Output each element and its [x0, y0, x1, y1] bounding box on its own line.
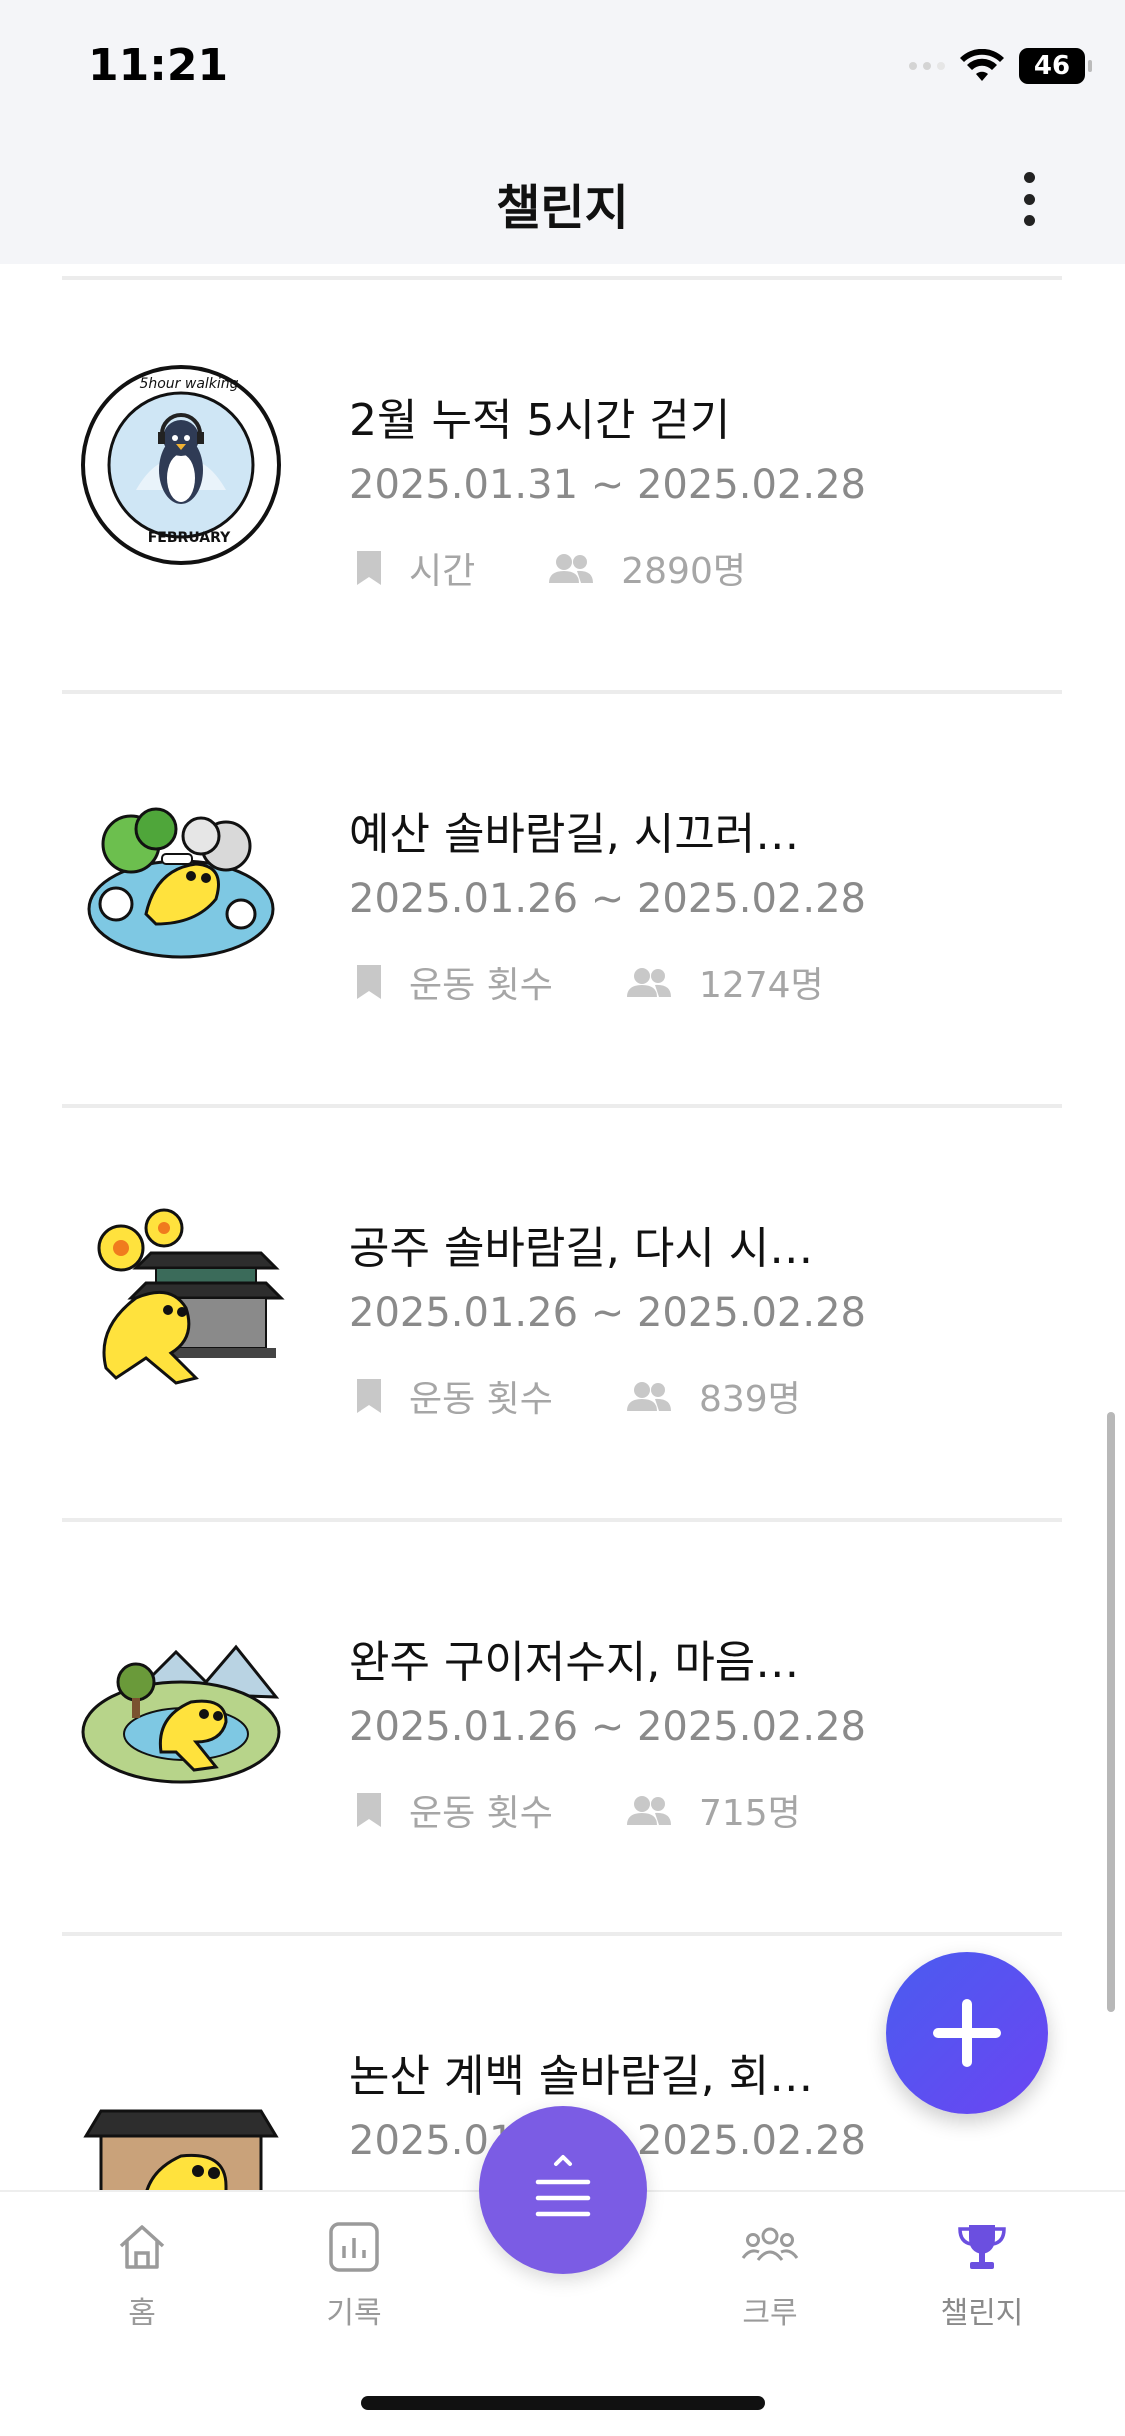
bookmark-icon	[357, 1793, 381, 1827]
challenge-card[interactable]: 완주 구이저수지, 마음… 2025.01.26 ~ 2025.02.28 운동…	[62, 1522, 1062, 1932]
nav-item-challenge[interactable]: 챌린지	[902, 2220, 1062, 2332]
temple-character-icon	[97, 1208, 285, 1385]
challenge-title: 공주 솔바람길, 다시 시…	[349, 1223, 814, 1274]
nav-label-home: 홈	[128, 2296, 156, 2331]
challenge-type: 운동 횟수	[409, 965, 553, 1006]
nav-item-home[interactable]: 홈	[62, 2220, 222, 2332]
nav-label-crew: 크루	[742, 2296, 798, 2331]
challenge-meta: 운동 횟수 839명	[355, 1370, 873, 1422]
challenge-meta: 운동 횟수 715명	[355, 1784, 873, 1836]
add-challenge-button[interactable]	[886, 1952, 1048, 2114]
center-menu-button[interactable]	[479, 2106, 647, 2274]
challenge-date: 2025.01.26 ~ 2025.02.28	[349, 1290, 866, 1336]
challenge-card[interactable]: 5hour walking FEBRUARY 2월 누적 5시간 걷기 2025…	[62, 280, 1062, 690]
challenge-date: 2025.01.26 ~ 2025.02.28	[349, 876, 866, 922]
page-title: 챌린지	[496, 180, 629, 236]
battery-icon: 46	[1019, 48, 1092, 84]
challenge-meta: 시간 2890명	[355, 542, 818, 594]
challenge-type: 시간	[409, 551, 476, 592]
top-bar: 11:21 46 챌린지	[0, 0, 1125, 264]
challenge-card[interactable]: 공주 솔바람길, 다시 시… 2025.01.26 ~ 2025.02.28 운…	[62, 1108, 1062, 1518]
bookmark-icon	[357, 1379, 381, 1413]
challenge-meta: 운동 횟수 1274명	[355, 956, 896, 1008]
badge-bottom-text: FEBRUARY	[147, 530, 231, 546]
participant-count: 839명	[698, 1379, 801, 1420]
scrollbar[interactable]	[1107, 1412, 1115, 2012]
challenge-type: 운동 횟수	[409, 1793, 553, 1834]
status-icons: 46	[909, 48, 1092, 84]
chart-icon	[329, 2222, 379, 2272]
people-icon	[626, 1796, 671, 1825]
home-indicator	[361, 2396, 765, 2410]
people-icon	[626, 1382, 671, 1411]
bookmark-icon	[357, 551, 381, 585]
trophy-icon	[958, 2225, 1006, 2269]
signal-icon	[909, 62, 945, 70]
challenge-title: 논산 계백 솔바람길, 회…	[349, 2051, 814, 2102]
people-icon	[549, 554, 594, 583]
participant-count: 715명	[698, 1793, 801, 1834]
more-menu-icon[interactable]	[1017, 172, 1041, 226]
challenge-card[interactable]: 예산 솔바람길, 시끄러… 2025.01.26 ~ 2025.02.28 운동…	[62, 694, 1062, 1104]
nav-label-challenge: 챌린지	[940, 2296, 1024, 2331]
challenge-title: 예산 솔바람길, 시끄러…	[349, 809, 800, 860]
hot-spring-character-icon	[87, 807, 275, 959]
lake-character-icon	[81, 1644, 281, 1784]
home-icon	[119, 2225, 165, 2269]
plus-icon	[933, 1999, 1001, 2067]
challenge-title: 완주 구이저수지, 마음…	[349, 1637, 800, 1688]
challenge-type: 운동 횟수	[409, 1379, 553, 1420]
menu-icon	[535, 2155, 591, 2217]
participant-count: 1274명	[698, 965, 824, 1006]
challenge-date: 2025.01.31 ~ 2025.02.28	[349, 462, 866, 508]
challenge-title: 2월 누적 5시간 걷기	[349, 395, 731, 446]
nav-item-records[interactable]: 기록	[274, 2220, 434, 2332]
challenge-date: 2025.01.26 ~ 2025.02.28	[349, 1704, 866, 1750]
status-time: 11:21	[88, 40, 229, 91]
challenge-list: 5hour walking FEBRUARY 2월 누적 5시간 걷기 2025…	[0, 264, 1125, 2190]
people-icon	[626, 968, 671, 997]
gate-character-icon	[83, 2109, 279, 2190]
participant-count: 2890명	[621, 551, 746, 592]
nav-item-crew[interactable]: 크루	[690, 2220, 850, 2332]
badge-top-text: 5hour walking	[139, 376, 239, 392]
crew-icon	[741, 2227, 799, 2261]
nav-label-records: 기록	[326, 2296, 382, 2331]
wifi-icon	[960, 49, 1004, 81]
bookmark-icon	[357, 965, 381, 999]
